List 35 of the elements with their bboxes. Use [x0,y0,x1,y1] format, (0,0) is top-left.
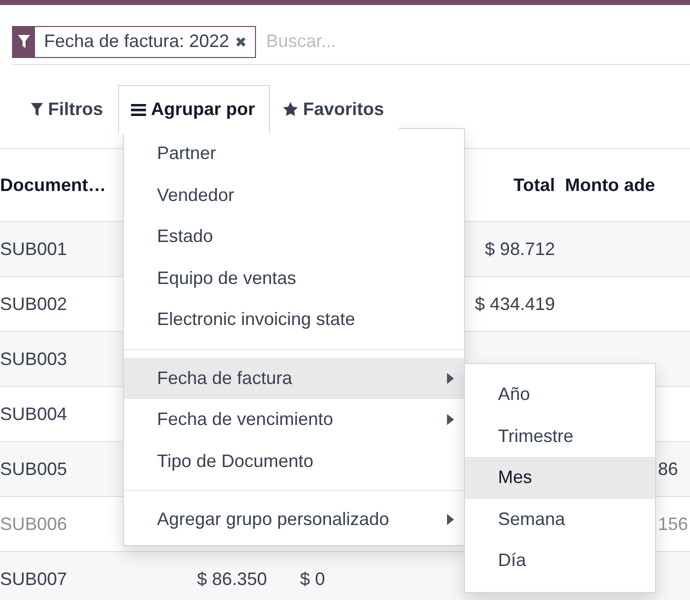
menu-item[interactable]: Tipo de Documento [124,440,464,482]
remove-facet-button[interactable]: ✖ [235,26,256,56]
facet-label: Fecha de factura: 2022 [43,30,230,53]
menu-icon [131,104,146,116]
table-cell-text: $ 434.419 [474,294,556,314]
column-header[interactable]: Monto ade [565,174,690,196]
menu-item[interactable]: Electronic invoicing state [124,299,464,340]
table-cell-text: $ 86.350 [196,568,268,590]
table-cell-text: SUB007 [0,568,68,590]
table-cell-text: SUB001 [0,238,68,260]
submenu-item[interactable]: Trimestre [465,416,655,457]
menu-item[interactable]: Fecha de vencimiento [124,399,464,440]
menu-item[interactable]: Fecha de factura [124,358,464,399]
menu-item[interactable]: Agregar grupo personalizado [124,499,464,540]
table-cell-text: SUB003 [0,348,68,370]
caret-right-icon [447,372,454,384]
submenu-item[interactable]: Día [465,540,655,582]
table-cell-text: SUB002 [0,294,68,314]
table-cell-text: 156 [657,514,690,534]
table-cell-text: $ 0 [300,568,326,590]
menu-item[interactable]: Vendedor [124,174,464,216]
caret-right-icon [447,414,454,426]
submenu-item[interactable]: Año [465,374,655,416]
table-cell-text: 86 [657,458,680,480]
filter-icon [31,102,43,116]
submenu-item[interactable]: Semana [465,498,655,540]
submenu-item[interactable]: Mes [465,457,655,498]
caret-right-icon [447,514,454,526]
menu-item[interactable]: Equipo de ventas [124,258,464,299]
star-icon [283,102,298,116]
table-cell-text: $ 98.712 [484,238,556,260]
toolbar-tab[interactable]: Agrupar por [118,85,270,134]
filter-icon [18,35,30,48]
menu-item[interactable]: Partner [124,133,464,174]
menu-item[interactable]: Estado [124,216,464,258]
